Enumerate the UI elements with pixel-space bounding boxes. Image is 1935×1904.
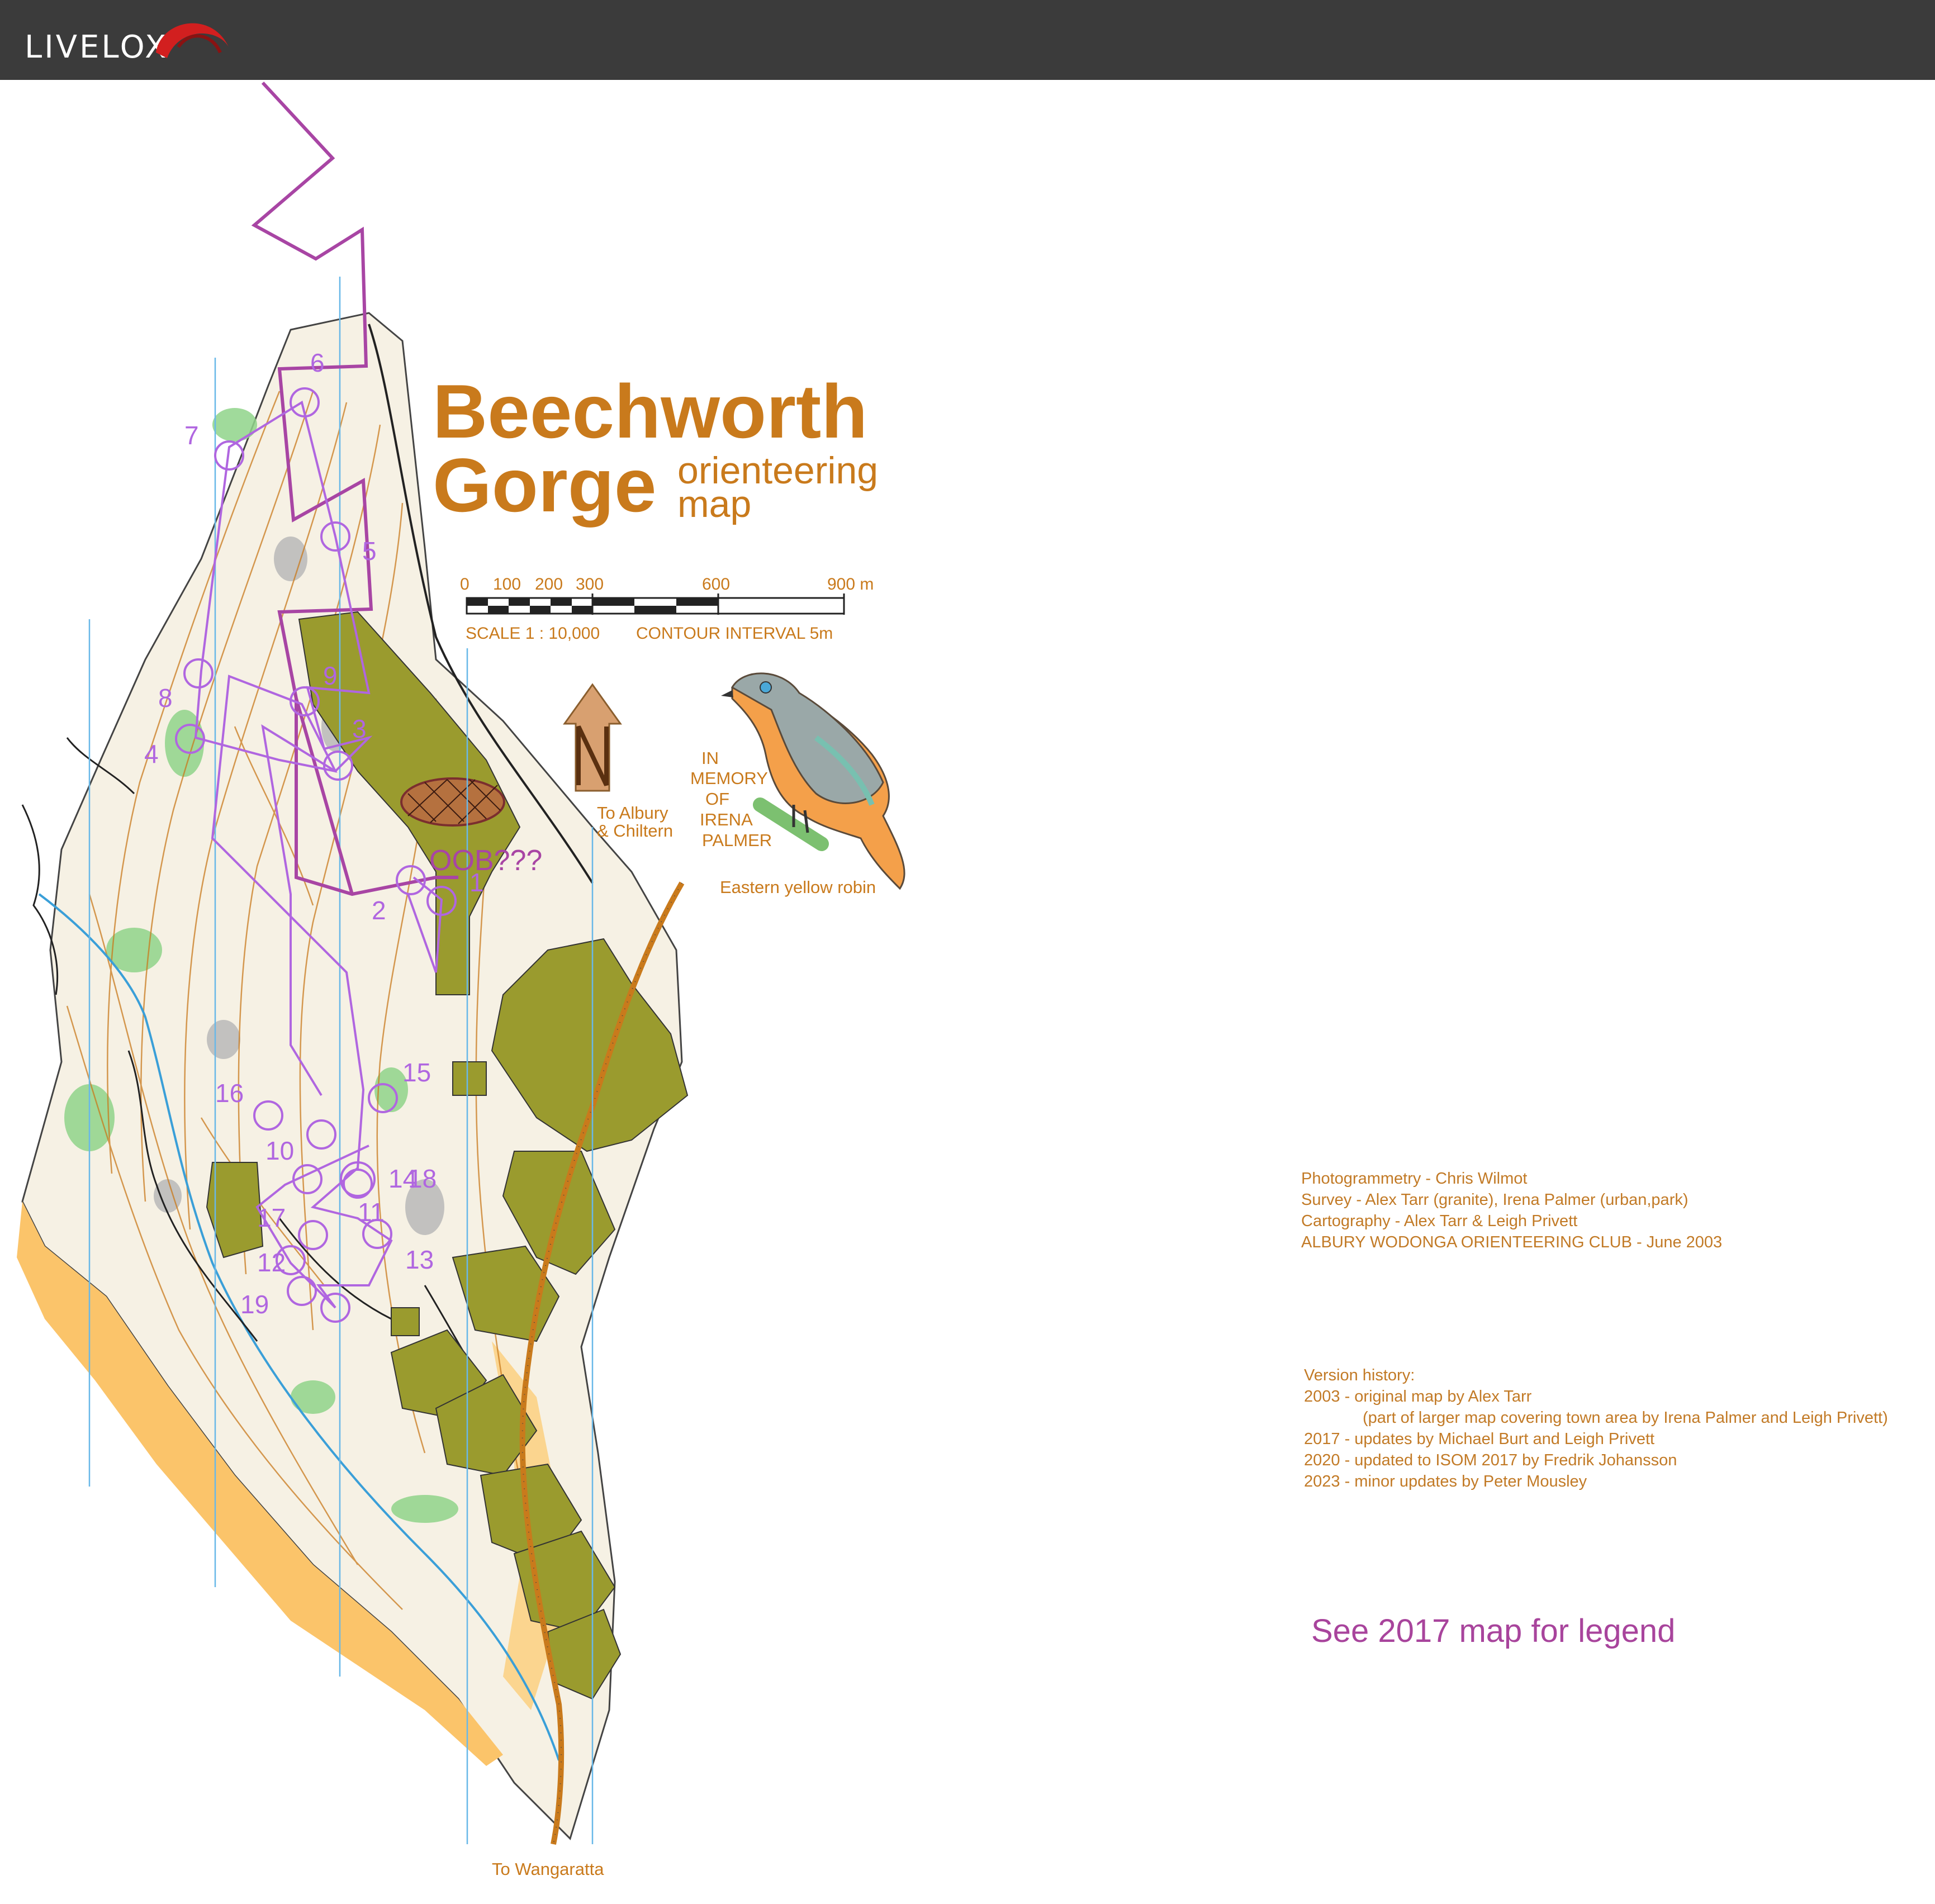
- version-history-block: Version history: 2003 - original map by …: [1304, 1365, 1888, 1492]
- vegetation-patch: [391, 1495, 458, 1523]
- credit-line: Survey - Alex Tarr (granite), Irena Palm…: [1301, 1191, 1689, 1209]
- scale-tick-label: 100: [493, 575, 521, 593]
- control-number: 4: [144, 739, 159, 768]
- history-line: Version history:: [1304, 1366, 1415, 1384]
- memorial-line: MEMORY: [690, 768, 768, 788]
- oob-label: OOB???: [429, 844, 542, 877]
- legend-note: See 2017 map for legend: [1311, 1613, 1676, 1649]
- scale-tick-label: 900 m: [827, 575, 874, 593]
- to-albury-label-line2: & Chiltern: [597, 821, 673, 841]
- control-number: 15: [402, 1058, 431, 1087]
- scale-tick-label: 300: [576, 575, 604, 593]
- control-number: 2: [372, 896, 386, 925]
- app-header: LIVELOX: [0, 0, 1935, 80]
- to-wangaratta-label: To Wangaratta: [492, 1859, 604, 1879]
- bird-caption: Eastern yellow robin: [720, 877, 876, 897]
- map-title-line2: Gorge: [433, 443, 657, 528]
- memorial-line: IRENA: [700, 810, 753, 829]
- control-number: 12: [257, 1248, 286, 1277]
- vegetation-patch: [212, 408, 257, 441]
- control-number: 8: [158, 683, 173, 713]
- private-land: [452, 1061, 487, 1096]
- scale-bar: 0 100 200 300 600 900 m SCALE 1 : 10,000…: [460, 575, 874, 643]
- history-line: 2017 - updates by Michael Burt and Leigh…: [1304, 1430, 1655, 1448]
- control-number: 10: [265, 1136, 294, 1165]
- memorial-line: PALMER: [702, 830, 772, 850]
- vegetation-patch: [291, 1380, 335, 1414]
- credit-line: Cartography - Alex Tarr & Leigh Privett: [1301, 1212, 1578, 1230]
- memorial-line: IN: [701, 748, 719, 768]
- history-line: 2003 - original map by Alex Tarr: [1304, 1388, 1532, 1406]
- history-line: 2020 - updated to ISOM 2017 by Fredrik J…: [1304, 1451, 1677, 1469]
- map-subtitle-line2: map: [677, 483, 751, 525]
- to-albury-label-line1: To Albury: [597, 803, 668, 823]
- control-number: 7: [184, 421, 199, 450]
- north-arrow-icon: [563, 683, 622, 792]
- memorial-line: OF: [705, 789, 729, 809]
- history-line: 2023 - minor updates by Peter Mousley: [1304, 1473, 1587, 1490]
- control-number: 11: [358, 1198, 385, 1227]
- logo-swoosh-icon: [156, 23, 229, 58]
- control-number: 6: [310, 348, 325, 377]
- control-number: 16: [215, 1079, 244, 1108]
- control-number: 5: [362, 536, 377, 566]
- map-title-line1: Beechworth: [433, 369, 867, 454]
- control-number: 18: [408, 1164, 437, 1193]
- private-land: [391, 1307, 420, 1336]
- control-number: 17: [257, 1203, 286, 1232]
- credit-line: Photogrammetry - Chris Wilmot: [1301, 1170, 1528, 1188]
- scale-text: SCALE 1 : 10,000: [466, 624, 600, 643]
- scale-tick-label: 0: [460, 575, 469, 593]
- credit-line: ALBURY WODONGA ORIENTEERING CLUB - June …: [1301, 1233, 1723, 1251]
- control-number: 19: [240, 1290, 269, 1319]
- credits-block: Photogrammetry - Chris Wilmot Survey - A…: [1301, 1168, 1722, 1253]
- rock-area: [207, 1020, 240, 1059]
- scale-tick-label: 200: [535, 575, 563, 593]
- control-number: 9: [323, 661, 338, 690]
- control-number: 13: [405, 1245, 434, 1274]
- contour-interval-text: CONTOUR INTERVAL 5m: [636, 624, 833, 643]
- control-number: 3: [352, 714, 367, 743]
- rock-area: [274, 536, 307, 581]
- history-line: (part of larger map covering town area b…: [1363, 1409, 1888, 1427]
- scale-tick-label: 600: [702, 575, 730, 593]
